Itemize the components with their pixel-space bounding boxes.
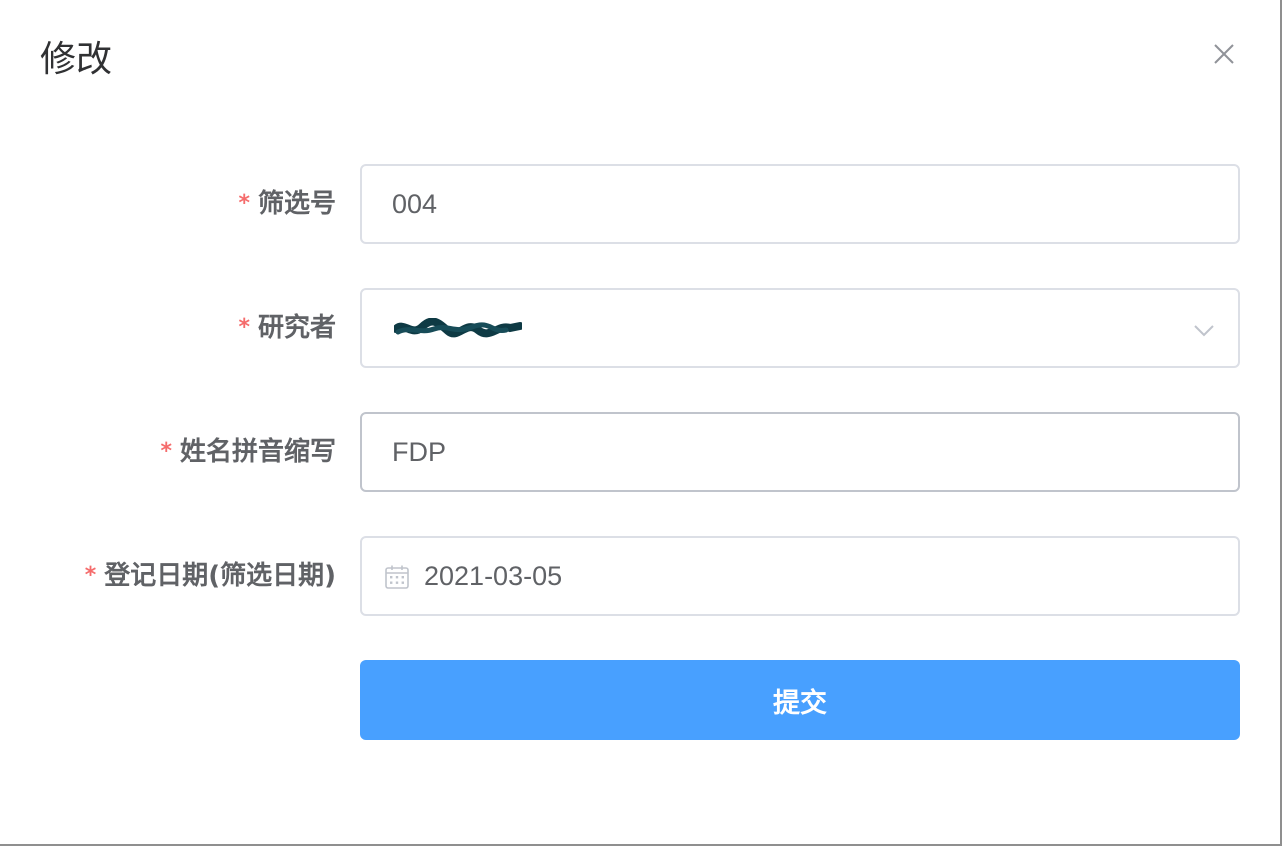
close-button[interactable] — [1208, 38, 1240, 70]
form-item-registration-date: * 登记日期(筛选日期) — [0, 536, 1282, 616]
chevron-down-icon — [1194, 325, 1214, 337]
registration-date-input[interactable] — [362, 538, 1238, 614]
registration-date-label-text: 登记日期(筛选日期) — [104, 561, 336, 591]
screening-number-label-text: 筛选号 — [257, 189, 336, 219]
submit-button[interactable]: 提交 — [360, 660, 1240, 740]
screening-number-field[interactable] — [360, 164, 1240, 244]
form-item-name-initials: * 姓名拼音缩写 — [0, 412, 1282, 492]
required-mark: * — [238, 191, 250, 216]
edit-dialog: 修改 *筛选号 *研究者 *姓名拼 — [0, 0, 1282, 846]
close-icon — [1214, 44, 1234, 64]
name-initials-field[interactable] — [360, 412, 1240, 492]
form-item-researcher: * 研究者 — [0, 288, 1282, 368]
researcher-label-text: 研究者 — [257, 313, 336, 343]
name-initials-input[interactable] — [362, 414, 1238, 490]
required-mark: * — [238, 315, 250, 340]
required-mark: * — [160, 439, 172, 464]
registration-date-picker[interactable] — [360, 536, 1240, 616]
screening-number-label: * 筛选号 — [238, 164, 336, 244]
registration-date-label: * 登记日期(筛选日期) — [85, 536, 336, 616]
dialog-title: 修改 — [40, 39, 113, 80]
form-item-screening-number: * 筛选号 — [0, 164, 1282, 244]
required-mark: * — [84, 563, 97, 588]
redacted-value — [394, 318, 522, 338]
name-initials-label: * 姓名拼音缩写 — [160, 412, 336, 492]
screening-number-input[interactable] — [362, 166, 1238, 242]
name-initials-label-text: 姓名拼音缩写 — [179, 437, 336, 467]
researcher-select[interactable] — [360, 288, 1240, 368]
researcher-label: * 研究者 — [238, 288, 336, 368]
